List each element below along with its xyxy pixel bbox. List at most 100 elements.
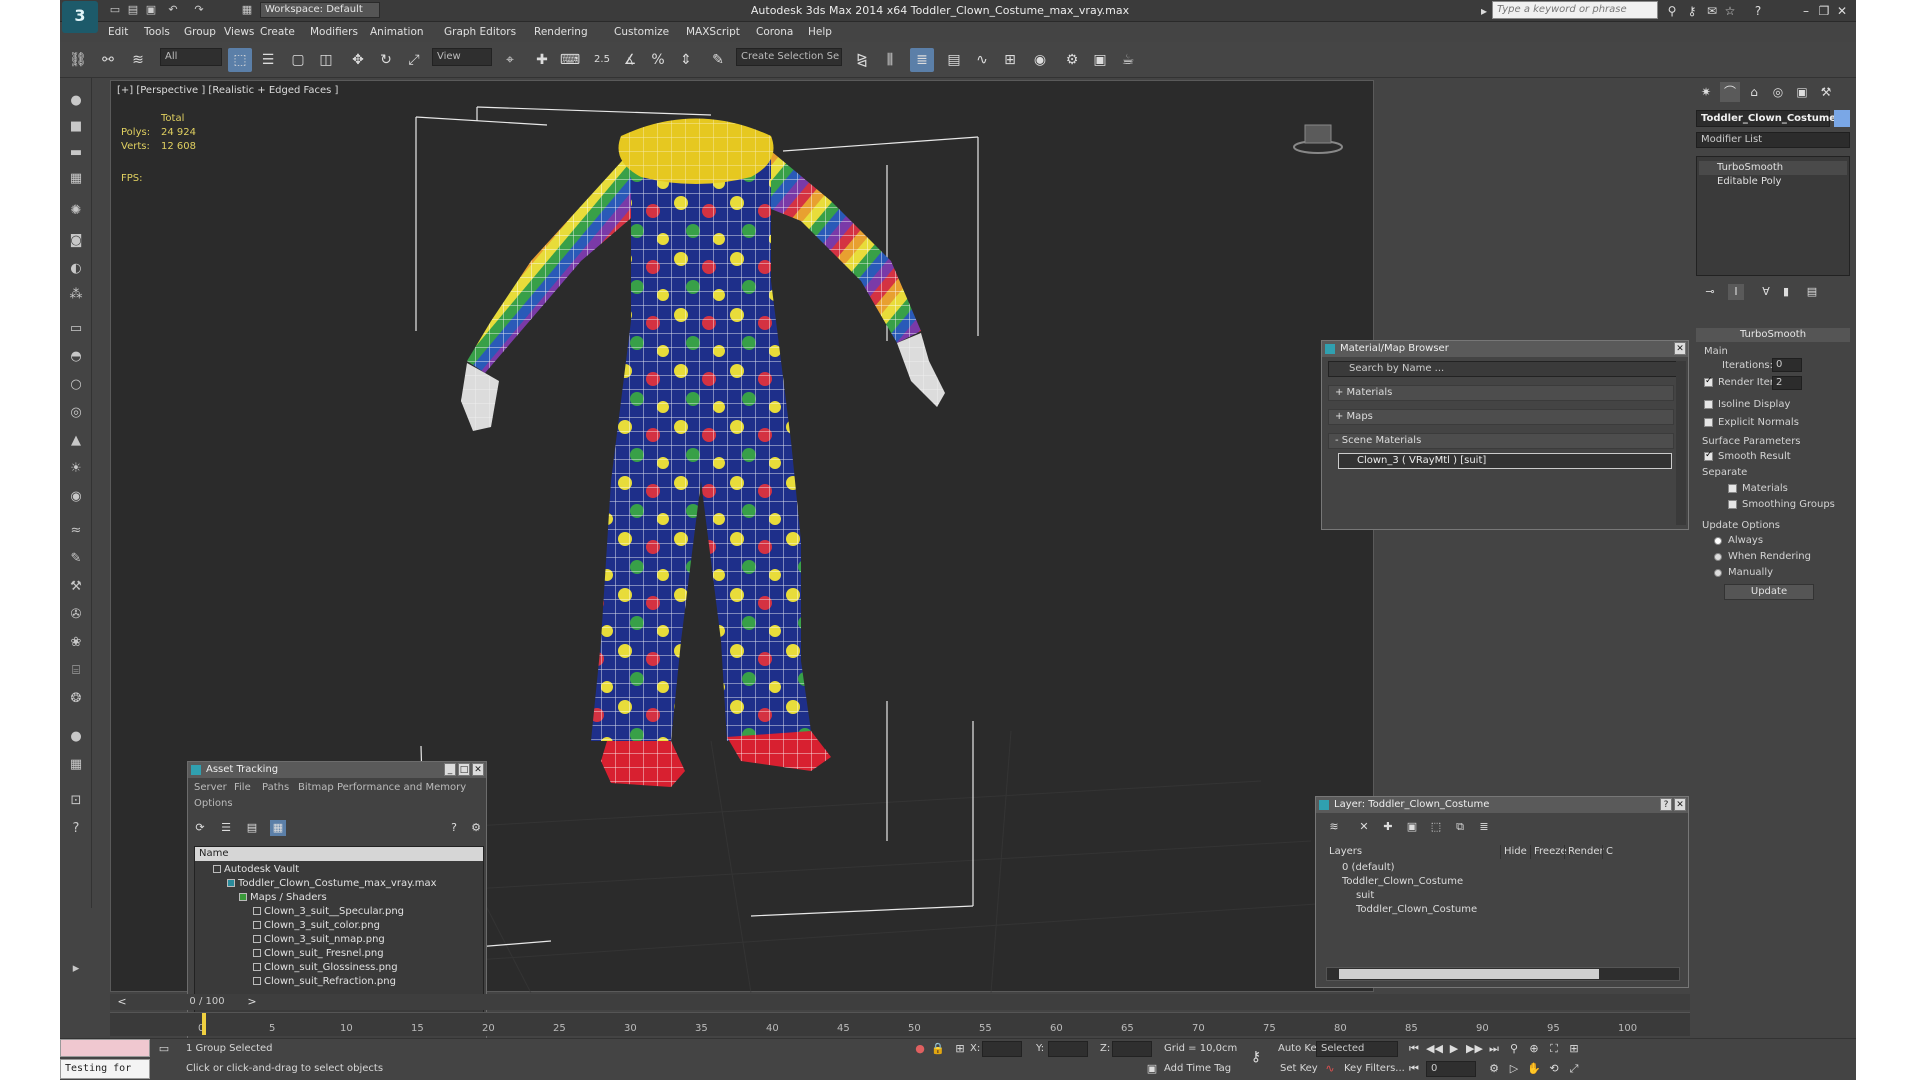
utilities-tab-icon[interactable]: ⚒ [1816,82,1836,102]
y-coordinate-field[interactable] [1048,1041,1088,1057]
reference-coordinate-dropdown[interactable]: View [432,48,492,66]
helper-icon[interactable]: ◐ [64,258,88,280]
select-and-link-icon[interactable]: ⛓ [66,48,90,72]
expand-panel-icon[interactable]: ▸ [64,958,88,980]
absolute-mode-icon[interactable]: ⊞ [952,1041,968,1057]
3dsmax-logo-icon[interactable]: 3 [62,1,98,33]
separate-materials-checkbox[interactable] [1728,484,1737,493]
manually-radio[interactable] [1714,569,1722,577]
select-object-icon[interactable]: ⬚ [228,48,252,72]
layer-row-costume-object[interactable]: Toddler_Clown_Costume [1356,903,1477,917]
add-time-tag-icon[interactable]: ▣ [1144,1061,1160,1077]
time-slider[interactable]: < 0 / 100 > [110,994,1690,1010]
remove-modifier-icon[interactable]: ▮ [1778,284,1794,300]
stack-item-turbosmooth[interactable]: TurboSmooth [1699,161,1847,175]
set-key-mode-icon[interactable]: ⚷ [1248,1049,1264,1065]
layer-scroll-thumb[interactable] [1339,969,1599,979]
rectangular-selection-icon[interactable]: ▢ [286,48,310,72]
asset-row-map-2[interactable]: Clown_3_suit_color.png [253,919,380,933]
always-radio[interactable] [1714,537,1722,545]
plane-icon[interactable]: ▬ [64,142,88,164]
grid-icon[interactable]: ▦ [64,168,88,190]
help-search-input[interactable]: Type a keyword or phrase [1492,1,1658,19]
key-icon[interactable]: ⚷ [1684,3,1700,19]
asset-minimize-button[interactable]: _ [444,763,456,776]
thumbnail-view-icon[interactable]: ▤ [244,820,260,836]
field-of-view-icon[interactable]: ▷ [1506,1061,1522,1077]
layer-hide-all-icon[interactable]: ≣ [1476,819,1492,835]
layer-tool-icon[interactable]: ≋ [1326,819,1342,835]
status-panel-icon[interactable]: ▭ [156,1041,172,1057]
expand-arrow-icon[interactable]: ▸ [1476,3,1492,19]
menu-maxscript[interactable]: MAXScript [686,26,740,38]
render-column[interactable]: Render [1564,845,1604,859]
angle-snap-icon[interactable]: ∡ [618,48,642,72]
z-coordinate-field[interactable] [1112,1041,1152,1057]
mirror-icon[interactable]: ⧎ [850,48,874,72]
menu-rendering[interactable]: Rendering [534,26,588,38]
separate-smoothing-checkbox[interactable] [1728,500,1737,509]
zoom-extents-all-icon[interactable]: ⊞ [1566,1041,1582,1057]
next-frame-icon[interactable]: ▶▶ [1466,1041,1483,1057]
asset-menu-file[interactable]: File [234,782,251,793]
color-column[interactable]: C [1602,845,1616,859]
go-to-end-icon[interactable]: ⏭ [1486,1041,1502,1057]
asset-row-map-4[interactable]: Clown_suit_ Fresnel.png [253,947,384,961]
iterations-spinner[interactable]: 0 [1772,358,1802,372]
time-configuration-icon[interactable]: ⚙ [1486,1061,1502,1077]
layer-row-costume[interactable]: Toddler_Clown_Costume [1342,875,1463,889]
sun-icon[interactable]: ☀ [64,458,88,480]
open-file-icon[interactable]: ▤ [126,3,140,17]
schematic-view-icon[interactable]: ⊞ [998,48,1022,72]
key-filters-button[interactable]: Key Filters... [1344,1063,1405,1074]
layers-column[interactable]: Layers [1326,845,1486,859]
material-map-browser[interactable]: Material/Map Browser ✕ Search by Name ..… [1321,340,1689,530]
zoom-extents-icon[interactable]: ⛶ [1546,1041,1562,1057]
asset-menu-server[interactable]: Server [194,782,227,793]
edit-named-selection-icon[interactable]: ✎ [706,48,730,72]
asset-close-button[interactable]: ✕ [472,763,484,776]
update-button[interactable]: Update [1724,584,1814,600]
material-search-input[interactable]: Search by Name ... [1328,361,1682,377]
light-icon[interactable]: ✺ [64,200,88,222]
window-crossing-icon[interactable]: ◫ [314,48,338,72]
calculator-icon[interactable]: ▦ [64,754,88,776]
key-tangent-icon[interactable]: ∿ [1322,1061,1338,1077]
percent-snap-icon[interactable]: % [646,48,670,72]
sphere-icon[interactable]: ● [64,90,88,112]
show-end-result-icon[interactable]: Ⅰ [1728,284,1744,300]
rectangle-icon[interactable]: ▭ [64,318,88,340]
layer-help-button[interactable]: ? [1660,798,1672,811]
x-coordinate-field[interactable] [982,1041,1022,1057]
asset-maximize-button[interactable]: □ [458,763,470,776]
scale-icon[interactable]: ⤢ [402,48,426,72]
torus-icon[interactable]: ◎ [64,402,88,424]
refresh-icon[interactable]: ⟳ [192,820,208,836]
isoline-display-checkbox[interactable] [1704,400,1713,409]
circle-icon[interactable]: ○ [64,374,88,396]
freeze-column[interactable]: Freeze [1530,845,1567,859]
create-layer-icon[interactable]: ✚ [1380,819,1396,835]
layer-explorer[interactable]: Layer: Toddler_Clown_Costume ? ✕ ≋ ✕ ✚ ▣… [1315,796,1689,988]
asset-menu-paths[interactable]: Paths [262,782,289,793]
zoom-icon[interactable]: ⚲ [1506,1041,1522,1057]
spinner-snap-icon[interactable]: ⇕ [674,48,698,72]
asset-row-map-3[interactable]: Clown_3_suit_nmap.png [253,933,385,947]
track-bar[interactable]: 0510152025303540455055606570758085909510… [110,1012,1690,1036]
key-selection-dropdown[interactable]: Selected [1316,1041,1398,1057]
redo-icon[interactable]: ↷ [192,3,206,17]
close-icon[interactable]: ✕ [1834,3,1850,19]
render-iters-spinner[interactable]: 2 [1772,376,1802,390]
asset-row-vault[interactable]: Autodesk Vault [213,863,299,877]
explicit-normals-checkbox[interactable] [1704,418,1713,427]
asset-menu-options[interactable]: Options [194,798,233,809]
pin-stack-icon[interactable]: ⊸ [1702,284,1718,300]
rendered-frame-window-icon[interactable]: ▣ [1088,48,1112,72]
asset-settings-icon[interactable]: ⚙ [468,820,484,836]
menu-edit[interactable]: Edit [108,26,128,38]
set-key-button[interactable]: Set Key [1280,1063,1318,1074]
configure-modifier-sets-icon[interactable]: ▤ [1804,284,1820,300]
zoom-all-icon[interactable]: ⊕ [1526,1041,1542,1057]
key-mode-icon[interactable]: ⏮ [1406,1061,1422,1077]
measure-icon[interactable]: ⊡ [64,790,88,812]
